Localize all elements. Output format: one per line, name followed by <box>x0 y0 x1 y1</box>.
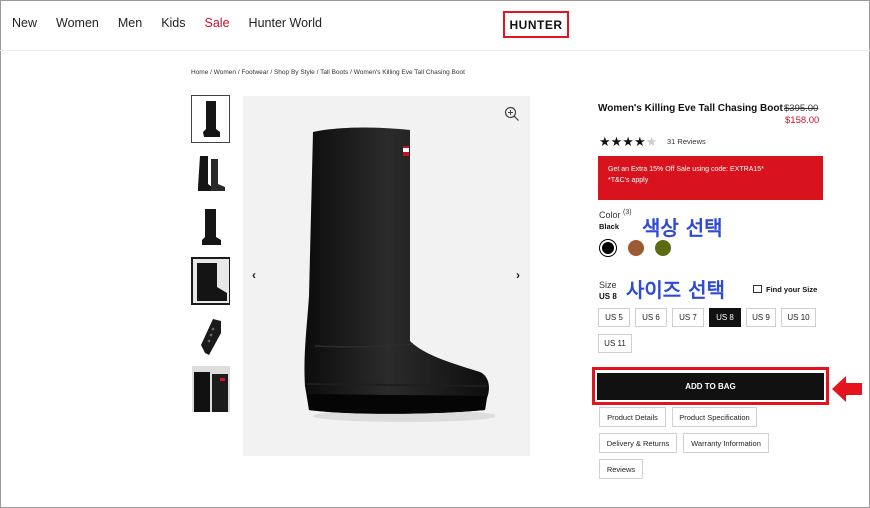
product-title: Women's Killing Eve Tall Chasing Boot <box>598 103 783 114</box>
header-divider <box>0 50 870 51</box>
reviews-button[interactable]: Reviews <box>599 459 643 479</box>
warranty-information-button[interactable]: Warranty Information <box>683 433 769 453</box>
nav-kids[interactable]: Kids <box>161 16 185 30</box>
sale-price: $158.00 <box>785 115 820 126</box>
color-label: Color (3) <box>599 209 632 220</box>
promo-banner: Get an Extra 15% Off Sale using code: EX… <box>598 156 823 200</box>
size-us9[interactable]: US 9 <box>746 308 776 327</box>
product-specification-button[interactable]: Product Specification <box>672 407 757 427</box>
zoom-icon[interactable] <box>504 106 520 122</box>
nav-sale[interactable]: Sale <box>205 16 230 30</box>
size-us8[interactable]: US 8 <box>709 308 741 327</box>
thumbnail-2[interactable] <box>191 149 230 197</box>
nav-hunter-world[interactable]: Hunter World <box>249 16 322 30</box>
original-price: $395.00 <box>784 103 819 114</box>
reviews-link[interactable]: 31 Reviews <box>667 137 706 146</box>
thumbnail-strip <box>191 95 231 419</box>
size-us5[interactable]: US 5 <box>598 308 630 327</box>
ruler-icon <box>753 285 762 293</box>
find-your-size-link[interactable]: Find your Size <box>753 285 817 294</box>
star-empty-icon: ★ <box>645 134 658 149</box>
thumbnail-6[interactable] <box>191 365 230 413</box>
nav-men[interactable]: Men <box>118 16 142 30</box>
promo-text: Get an Extra 15% Off Sale using code: EX… <box>608 166 764 173</box>
top-nav: New Women Men Kids Sale Hunter World <box>12 16 341 30</box>
nav-new[interactable]: New <box>12 16 37 30</box>
prev-image-arrow[interactable]: ‹ <box>248 268 260 282</box>
selected-color: Black <box>599 222 620 231</box>
color-annotation: 색상 선택 <box>642 216 723 240</box>
main-product-image: ‹ › <box>243 96 530 456</box>
size-annotation: 사이즈 선택 <box>626 278 725 302</box>
hunter-logo[interactable]: HUNTER <box>503 11 569 38</box>
breadcrumb[interactable]: Home / Women / Footwear / Shop By Style … <box>191 69 465 76</box>
product-details-button[interactable]: Product Details <box>599 407 666 427</box>
thumbnail-3[interactable] <box>191 203 230 251</box>
thumbnail-1[interactable] <box>191 95 230 143</box>
add-to-bag-button[interactable]: ADD TO BAG <box>597 373 824 400</box>
size-label: Size <box>599 280 617 290</box>
color-swatch-brown[interactable] <box>628 240 644 256</box>
size-us11[interactable]: US 11 <box>598 334 632 353</box>
color-swatch-black[interactable] <box>600 240 616 256</box>
size-us7[interactable]: US 7 <box>672 308 704 327</box>
color-swatch-olive[interactable] <box>655 240 671 256</box>
thumbnail-5[interactable] <box>191 311 230 359</box>
boot-image <box>304 127 495 422</box>
size-us6[interactable]: US 6 <box>635 308 667 327</box>
thumbnail-4[interactable] <box>191 257 230 305</box>
rating-stars[interactable]: ★★★★★ <box>599 134 657 150</box>
nav-women[interactable]: Women <box>56 16 99 30</box>
star-icon: ★★★★ <box>599 134 646 149</box>
red-arrow-icon <box>832 376 862 402</box>
delivery-returns-button[interactable]: Delivery & Returns <box>599 433 677 453</box>
size-us10[interactable]: US 10 <box>781 308 816 327</box>
next-image-arrow[interactable]: › <box>512 268 524 282</box>
promo-terms[interactable]: *T&C's apply <box>608 175 813 186</box>
selected-size: US 8 <box>599 292 617 301</box>
